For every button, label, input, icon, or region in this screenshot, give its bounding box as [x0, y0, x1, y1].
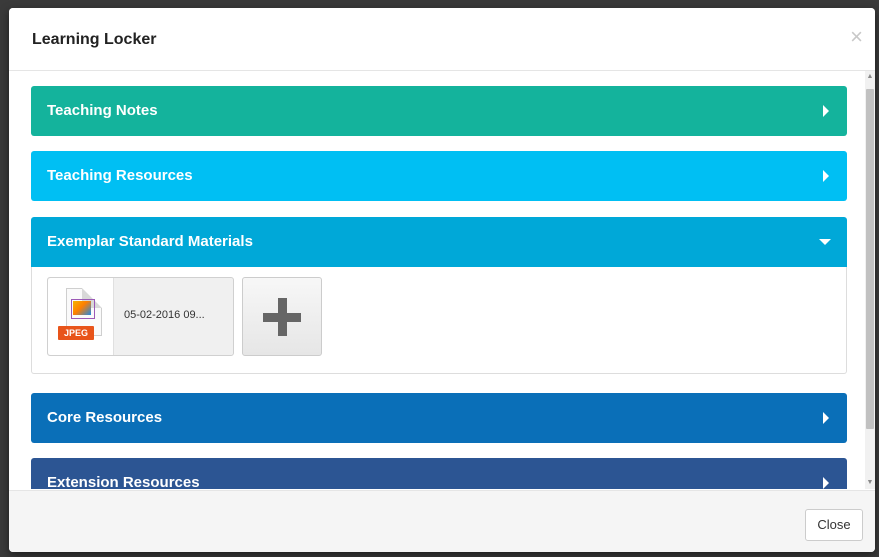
- file-name: 05-02-2016 09...: [124, 309, 205, 321]
- panel-label: Teaching Notes: [47, 102, 158, 119]
- scrollbar-thumb[interactable]: [866, 89, 874, 429]
- close-button[interactable]: Close: [805, 509, 863, 541]
- caret-down-icon: [819, 239, 831, 245]
- panel-teaching-notes[interactable]: Teaching Notes: [31, 86, 847, 136]
- panel-teaching-resources[interactable]: Teaching Resources: [31, 151, 847, 201]
- learning-locker-modal: Learning Locker × Teaching Notes Teachin…: [9, 8, 875, 552]
- close-icon[interactable]: ×: [850, 26, 863, 48]
- caret-right-icon: [823, 477, 829, 489]
- modal-footer: Close: [9, 490, 875, 552]
- modal-body[interactable]: Teaching Notes Teaching Resources Exempl…: [9, 71, 865, 489]
- caret-right-icon: [823, 170, 829, 182]
- modal-header: Learning Locker ×: [9, 8, 875, 71]
- caret-right-icon: [823, 412, 829, 424]
- add-file-button[interactable]: [242, 277, 322, 356]
- caret-right-icon: [823, 105, 829, 117]
- panel-extension-resources[interactable]: Extension Resources: [31, 458, 847, 489]
- image-preview: [73, 301, 91, 315]
- file-card[interactable]: JPEG 05-02-2016 09...: [47, 277, 234, 356]
- vertical-scrollbar[interactable]: ▲ ▼: [865, 71, 875, 489]
- panel-label: Teaching Resources: [47, 167, 193, 184]
- scroll-down-icon[interactable]: ▼: [865, 477, 875, 489]
- panel-label: Exemplar Standard Materials: [47, 233, 253, 250]
- panel-core-resources[interactable]: Core Resources: [31, 393, 847, 443]
- plus-icon: [263, 298, 301, 336]
- panel-label: Core Resources: [47, 409, 163, 426]
- exemplar-materials-body: JPEG 05-02-2016 09...: [31, 267, 847, 374]
- scroll-up-icon[interactable]: ▲: [865, 71, 875, 83]
- modal-title: Learning Locker: [32, 31, 157, 48]
- panel-label: Extension Resources: [47, 474, 200, 489]
- jpeg-badge: JPEG: [58, 326, 94, 340]
- panel-exemplar-standard-materials[interactable]: Exemplar Standard Materials: [31, 217, 847, 267]
- file-thumbnail: JPEG: [48, 278, 114, 355]
